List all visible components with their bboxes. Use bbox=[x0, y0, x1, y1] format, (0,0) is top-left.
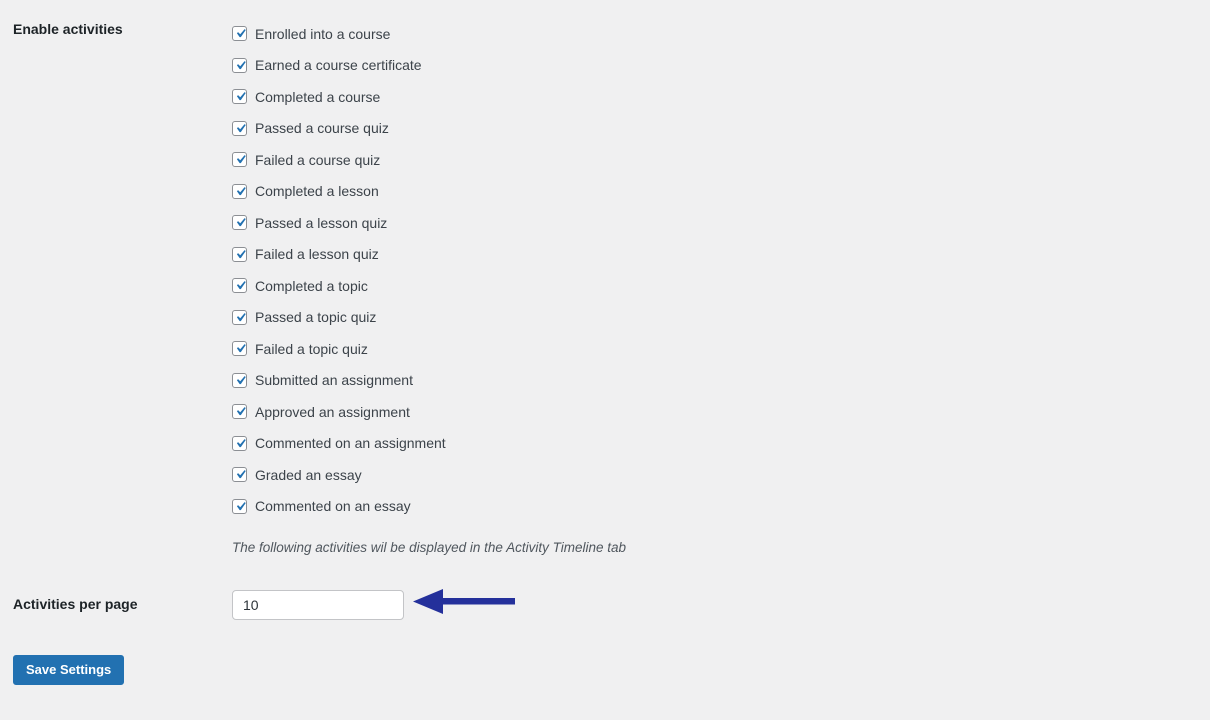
checkbox-checked-icon[interactable] bbox=[232, 467, 247, 483]
checkbox-checked-icon[interactable] bbox=[232, 183, 247, 199]
activity-list-item-label: Graded an essay bbox=[255, 466, 362, 483]
activity-list-item-label: Commented on an essay bbox=[255, 498, 411, 515]
activity-list-item[interactable]: Failed a topic quiz bbox=[232, 333, 446, 365]
activity-list-item-label: Earned a course certificate bbox=[255, 57, 422, 74]
enable-activities-label: Enable activities bbox=[13, 21, 123, 37]
activity-list-item[interactable]: Failed a lesson quiz bbox=[232, 239, 446, 271]
checkbox-checked-icon[interactable] bbox=[232, 435, 247, 451]
activity-list-item-label: Completed a lesson bbox=[255, 183, 379, 200]
activity-list-item[interactable]: Completed a lesson bbox=[232, 176, 446, 208]
checkbox-checked-icon[interactable] bbox=[232, 215, 247, 231]
activity-list-item[interactable]: Enrolled into a course bbox=[232, 18, 446, 50]
activity-checkbox-list: Enrolled into a course Earned a course ce… bbox=[232, 18, 446, 522]
save-settings-button[interactable]: Save Settings bbox=[13, 655, 125, 685]
activity-list-item-label: Failed a topic quiz bbox=[255, 340, 368, 357]
activities-per-page-input[interactable] bbox=[232, 590, 404, 620]
checkbox-checked-icon[interactable] bbox=[232, 246, 247, 262]
activity-list-item[interactable]: Commented on an assignment bbox=[232, 428, 446, 460]
settings-page: Enable activities Enrolled into a course… bbox=[0, 0, 1210, 720]
activity-list-item-label: Enrolled into a course bbox=[255, 25, 391, 42]
checkbox-checked-icon[interactable] bbox=[232, 57, 247, 73]
checkbox-checked-icon[interactable] bbox=[232, 278, 247, 294]
checkbox-checked-icon[interactable] bbox=[232, 89, 247, 105]
activity-list-item-label: Passed a course quiz bbox=[255, 120, 389, 137]
activity-list-item-label: Commented on an assignment bbox=[255, 435, 446, 452]
activity-list-item-label: Completed a topic bbox=[255, 277, 368, 294]
annotation-arrow-left-icon bbox=[413, 588, 515, 616]
checkbox-checked-icon[interactable] bbox=[232, 120, 247, 136]
activity-list-item-label: Passed a lesson quiz bbox=[255, 214, 388, 231]
activity-list-item-label: Approved an assignment bbox=[255, 403, 410, 420]
checkbox-checked-icon[interactable] bbox=[232, 372, 247, 388]
activity-list-item-label: Failed a course quiz bbox=[255, 151, 381, 168]
activity-list-item[interactable]: Passed a course quiz bbox=[232, 113, 446, 145]
activity-list-item[interactable]: Graded an essay bbox=[232, 459, 446, 491]
activity-list-item[interactable]: Submitted an assignment bbox=[232, 365, 446, 397]
activity-list-item-label: Submitted an assignment bbox=[255, 372, 413, 389]
activity-list-item[interactable]: Commented on an essay bbox=[232, 491, 446, 523]
activity-list-item[interactable]: Earned a course certificate bbox=[232, 50, 446, 82]
checkbox-checked-icon[interactable] bbox=[232, 404, 247, 420]
checkbox-checked-icon[interactable] bbox=[232, 309, 247, 325]
checkbox-checked-icon[interactable] bbox=[232, 152, 247, 168]
activity-list-item-label: Passed a topic quiz bbox=[255, 309, 377, 326]
activity-list-item[interactable]: Failed a course quiz bbox=[232, 144, 446, 176]
activity-list-item[interactable]: Passed a lesson quiz bbox=[232, 207, 446, 239]
activity-list-item[interactable]: Completed a topic bbox=[232, 270, 446, 302]
activity-list-item-label: Completed a course bbox=[255, 88, 381, 105]
checkbox-checked-icon[interactable] bbox=[232, 341, 247, 357]
activity-list-item[interactable]: Completed a course bbox=[232, 81, 446, 113]
activities-hint-text: The following activities wil be displaye… bbox=[232, 540, 627, 555]
activity-list-item[interactable]: Passed a topic quiz bbox=[232, 302, 446, 334]
activities-per-page-label: Activities per page bbox=[13, 596, 138, 612]
activity-list-item-label: Failed a lesson quiz bbox=[255, 246, 379, 263]
checkbox-checked-icon[interactable] bbox=[232, 498, 247, 514]
checkbox-checked-icon[interactable] bbox=[232, 26, 247, 42]
activity-list-item[interactable]: Approved an assignment bbox=[232, 396, 446, 428]
